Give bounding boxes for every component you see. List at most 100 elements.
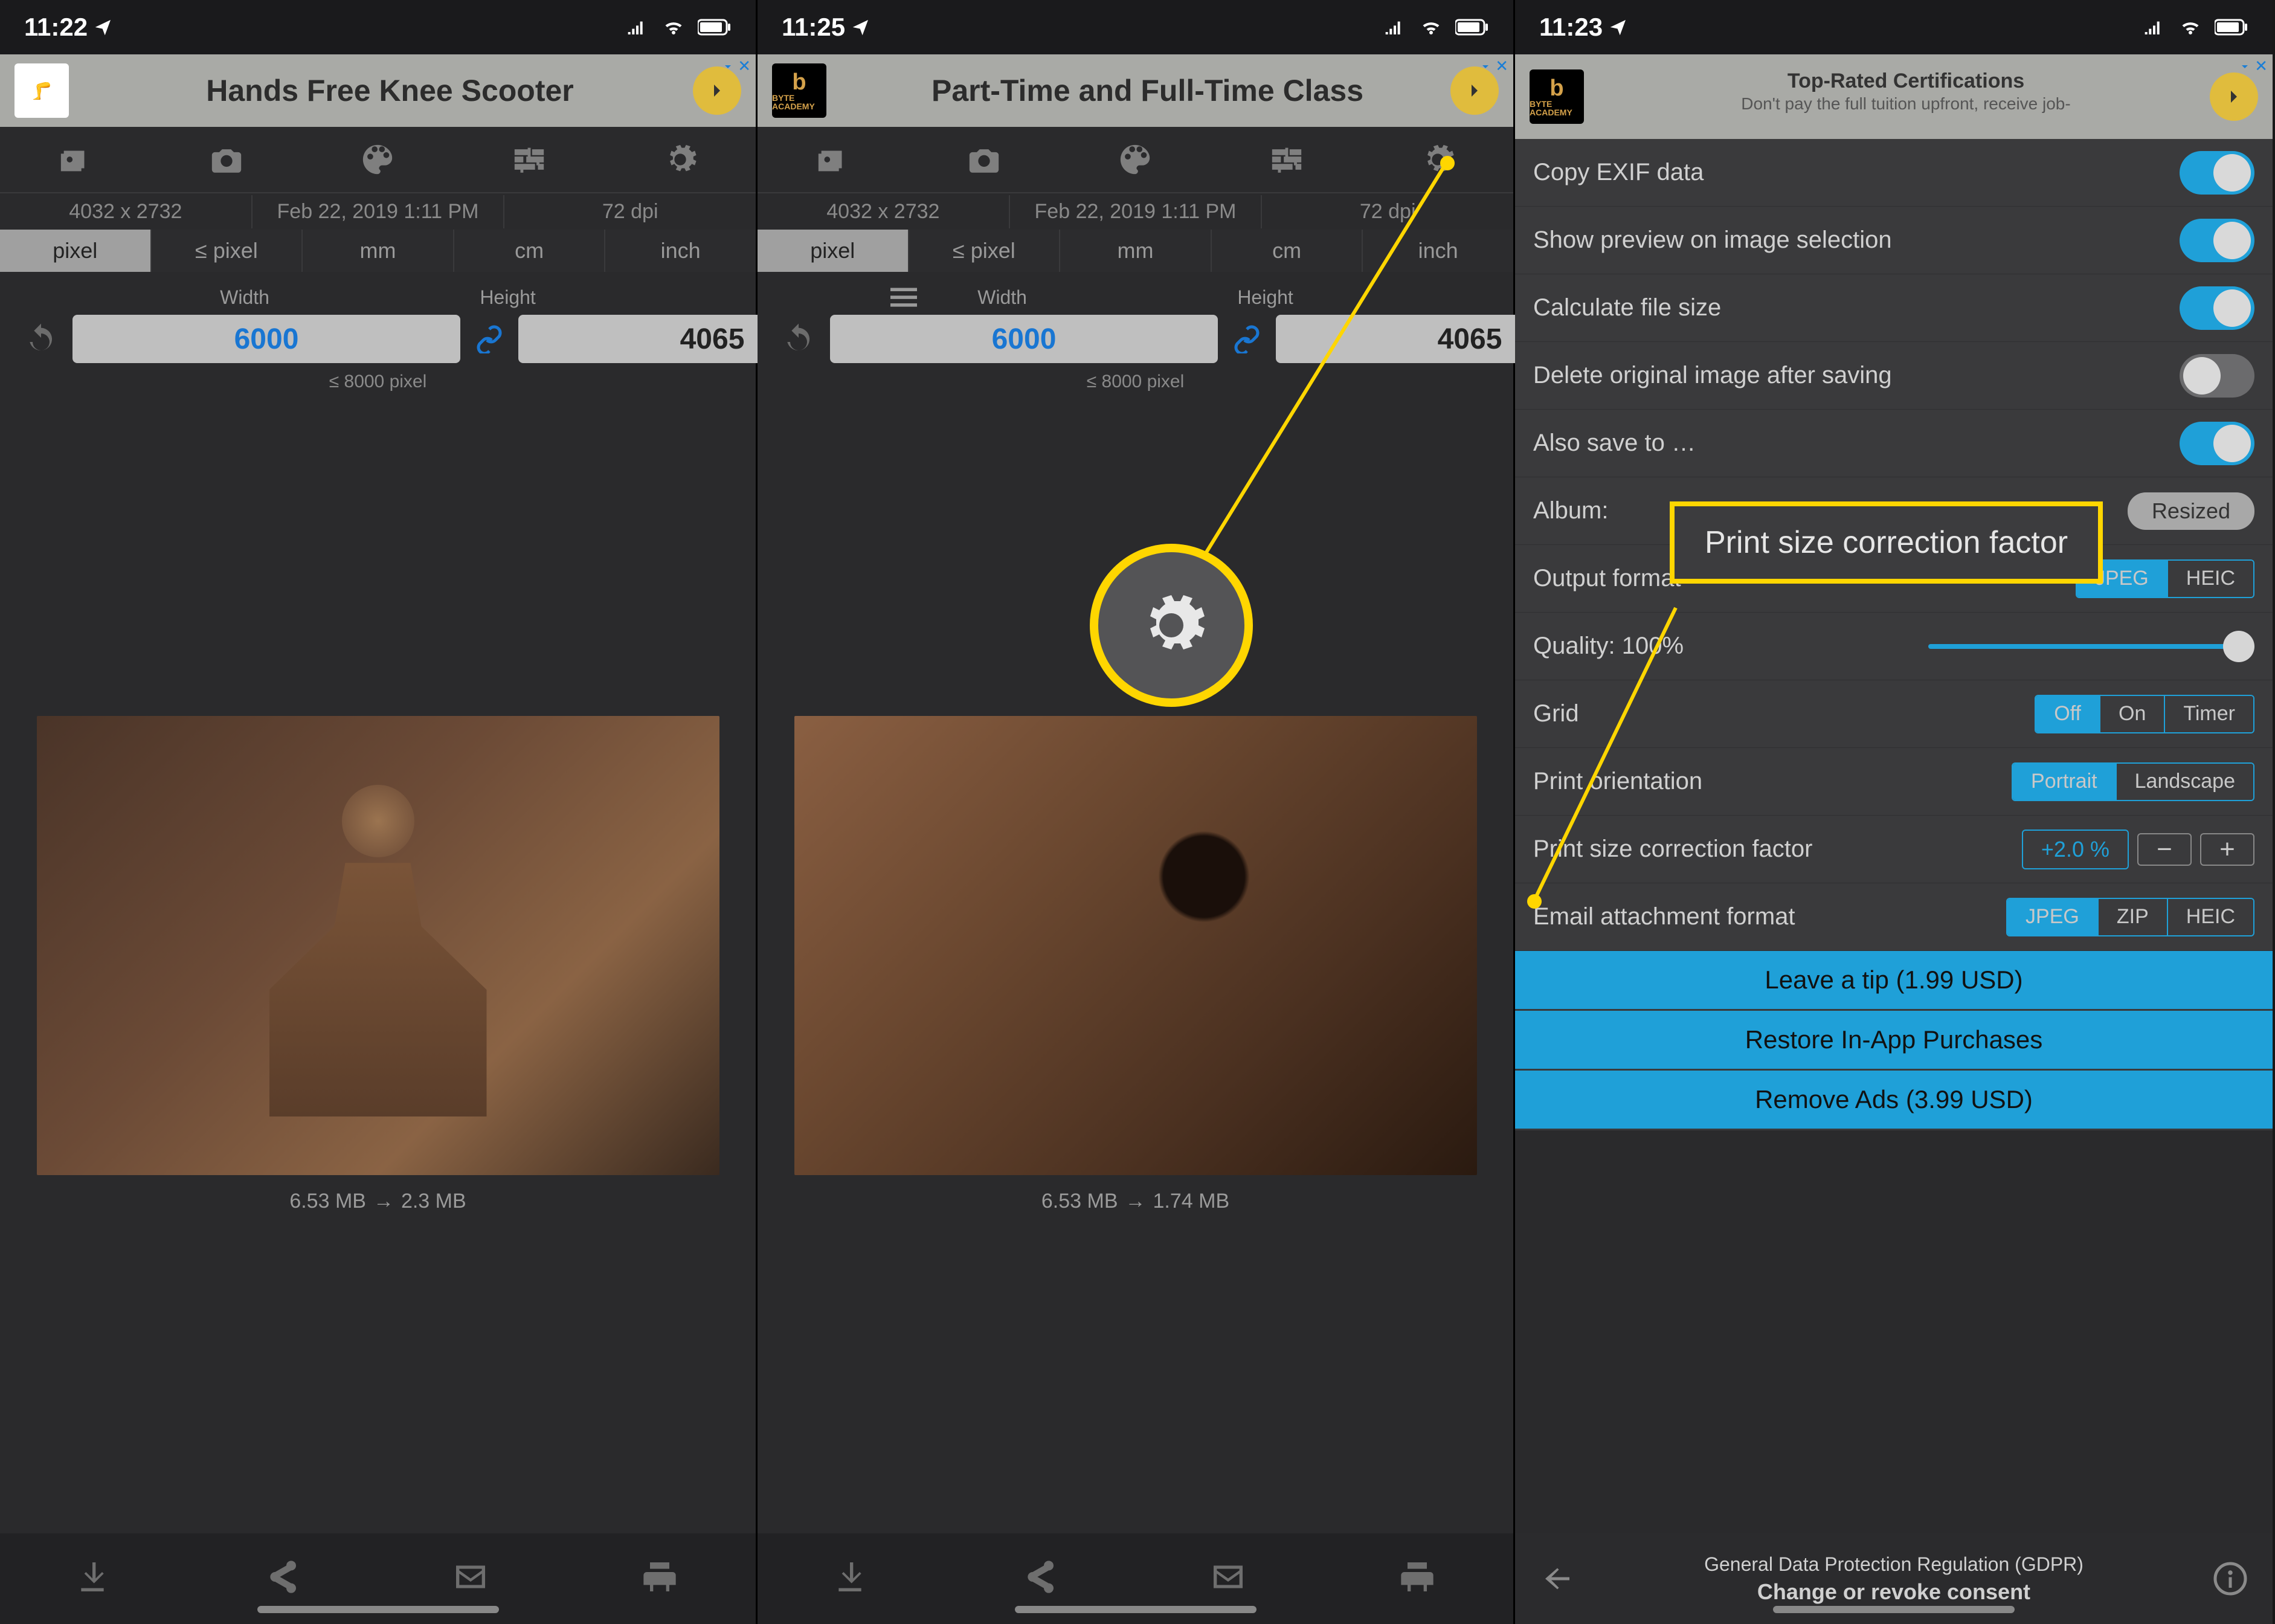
print-icon[interactable]: [640, 1558, 683, 1600]
unit-mm[interactable]: mm: [303, 230, 454, 272]
toggle-show-preview[interactable]: [2180, 219, 2254, 262]
row-print-correction: Print size correction factor +2.0 % − +: [1515, 816, 2273, 883]
size-caption: 6.53 MB→1.74 MB: [1041, 1190, 1229, 1213]
leave-tip-button[interactable]: Leave a tip (1.99 USD): [1515, 951, 2273, 1011]
preview-image[interactable]: [794, 716, 1477, 1175]
download-icon[interactable]: [73, 1558, 115, 1600]
plus-button[interactable]: +: [2200, 833, 2254, 866]
link-icon[interactable]: [1232, 324, 1261, 353]
home-indicator[interactable]: [257, 1606, 499, 1613]
ad-marker[interactable]: ✕: [1478, 57, 1508, 76]
unit-cm[interactable]: cm: [1212, 230, 1363, 272]
width-label: Width: [977, 286, 1027, 309]
gdpr-consent[interactable]: Change or revoke consent: [1594, 1579, 2194, 1605]
toggle-also-save[interactable]: [2180, 422, 2254, 465]
row-copy-exif[interactable]: Copy EXIF data: [1515, 139, 2273, 207]
segment-orientation[interactable]: PortraitLandscape: [2012, 762, 2254, 801]
row-grid: Grid OffOnTimer: [1515, 680, 2273, 748]
undo-icon[interactable]: [782, 321, 816, 357]
segment-grid[interactable]: OffOnTimer: [2035, 695, 2254, 733]
info-icon[interactable]: [2212, 1561, 2248, 1597]
ad-marker[interactable]: ✕: [721, 57, 751, 76]
ad-logo: 🦵: [14, 63, 69, 118]
height-label: Height: [1237, 286, 1293, 309]
sliders-icon[interactable]: [1267, 140, 1306, 179]
unit-pixel[interactable]: pixel: [0, 230, 152, 272]
album-value[interactable]: Resized: [2128, 492, 2254, 530]
email-icon[interactable]: [451, 1558, 494, 1600]
wifi-icon: [2177, 16, 2204, 38]
ad-banner[interactable]: bBYTE ACADEMY Part-Time and Full-Time Cl…: [758, 54, 1513, 127]
unit-inch[interactable]: inch: [1363, 230, 1513, 272]
clock: 11:22: [24, 13, 88, 42]
share-icon[interactable]: [262, 1558, 304, 1600]
ad-text: Part-Time and Full-Time Class: [845, 73, 1450, 108]
ad-text: Hands Free Knee Scooter: [87, 73, 693, 108]
print-correction-value: +2.0 %: [2022, 830, 2129, 869]
camera-icon[interactable]: [207, 140, 246, 179]
undo-icon[interactable]: [24, 321, 58, 357]
gallery-icon[interactable]: [56, 140, 95, 179]
print-icon[interactable]: [1398, 1558, 1440, 1600]
row-print-orientation: Print orientation PortraitLandscape: [1515, 748, 2273, 816]
palette-icon[interactable]: [1116, 140, 1154, 179]
ad-title: Top-Rated Certifications: [1602, 69, 2210, 93]
row-delete-original[interactable]: Delete original image after saving: [1515, 342, 2273, 410]
home-indicator[interactable]: [1015, 1606, 1257, 1613]
row-show-preview[interactable]: Show preview on image selection: [1515, 207, 2273, 274]
unit-inch[interactable]: inch: [605, 230, 756, 272]
unit-pixel[interactable]: pixel: [758, 230, 909, 272]
signal-icon: [1380, 18, 1407, 37]
restore-purchases-button[interactable]: Restore In-App Purchases: [1515, 1011, 2273, 1071]
gallery-icon[interactable]: [814, 140, 852, 179]
dimension-hint: ≤ 8000 pixel: [24, 372, 732, 392]
unit-lte-pixel[interactable]: ≤ pixel: [909, 230, 1061, 272]
battery-icon: [698, 19, 732, 36]
dimensions: 4032 x 2732: [758, 195, 1010, 228]
width-input[interactable]: [830, 315, 1218, 363]
toolbar: [758, 127, 1513, 193]
unit-mm[interactable]: mm: [1060, 230, 1212, 272]
segment-email[interactable]: JPEGZIPHEIC: [2006, 898, 2254, 936]
sliders-icon[interactable]: [510, 140, 549, 179]
print-correction-stepper[interactable]: +2.0 % − +: [2022, 830, 2254, 869]
unit-lte-pixel[interactable]: ≤ pixel: [152, 230, 303, 272]
menu-icon[interactable]: [890, 288, 917, 311]
unit-tabs: pixel ≤ pixel mm cm inch: [758, 230, 1513, 272]
ad-banner[interactable]: 🦵 Hands Free Knee Scooter ✕: [0, 54, 756, 127]
dimension-hint: ≤ 8000 pixel: [782, 372, 1489, 392]
toggle-delete[interactable]: [2180, 354, 2254, 398]
width-label: Width: [220, 286, 269, 309]
back-icon[interactable]: [1539, 1561, 1575, 1597]
ad-marker[interactable]: ✕: [2238, 57, 2268, 76]
palette-icon[interactable]: [358, 140, 397, 179]
link-icon[interactable]: [475, 324, 504, 353]
home-indicator[interactable]: [1773, 1606, 2015, 1613]
gear-icon[interactable]: [661, 140, 700, 179]
dimension-controls: Width Height ≤ 8000 pixel: [758, 272, 1513, 396]
minus-button[interactable]: −: [2137, 833, 2192, 866]
share-icon[interactable]: [1020, 1558, 1062, 1600]
remove-ads-button[interactable]: Remove Ads (3.99 USD): [1515, 1071, 2273, 1130]
ad-subtitle: Don't pay the full tuition upfront, rece…: [1602, 94, 2210, 114]
phone-screen-2: 11:25 bBYTE ACADEMY Part-Time and Full-T…: [758, 0, 1515, 1624]
toggle-copy-exif[interactable]: [2180, 151, 2254, 195]
camera-icon[interactable]: [965, 140, 1003, 179]
ad-banner[interactable]: bBYTE ACADEMY Top-Rated Certifications D…: [1515, 54, 2273, 139]
image-info: 4032 x 2732 Feb 22, 2019 1:11 PM 72 dpi: [758, 193, 1513, 230]
ad-go-button[interactable]: [2210, 72, 2258, 121]
unit-cm[interactable]: cm: [454, 230, 606, 272]
quality-slider[interactable]: [1928, 644, 2254, 649]
row-also-save[interactable]: Also save to …: [1515, 410, 2273, 477]
width-input[interactable]: [72, 315, 460, 363]
row-calculate-size[interactable]: Calculate file size: [1515, 274, 2273, 342]
toolbar: [0, 127, 756, 193]
download-icon[interactable]: [831, 1558, 873, 1600]
preview-area: 6.53 MB→2.3 MB: [0, 396, 756, 1533]
status-bar: 11:25: [758, 0, 1513, 54]
email-icon[interactable]: [1209, 1558, 1251, 1600]
battery-icon: [2215, 19, 2248, 36]
preview-image[interactable]: [37, 716, 719, 1175]
clock: 11:25: [782, 13, 845, 42]
toggle-calc[interactable]: [2180, 286, 2254, 330]
